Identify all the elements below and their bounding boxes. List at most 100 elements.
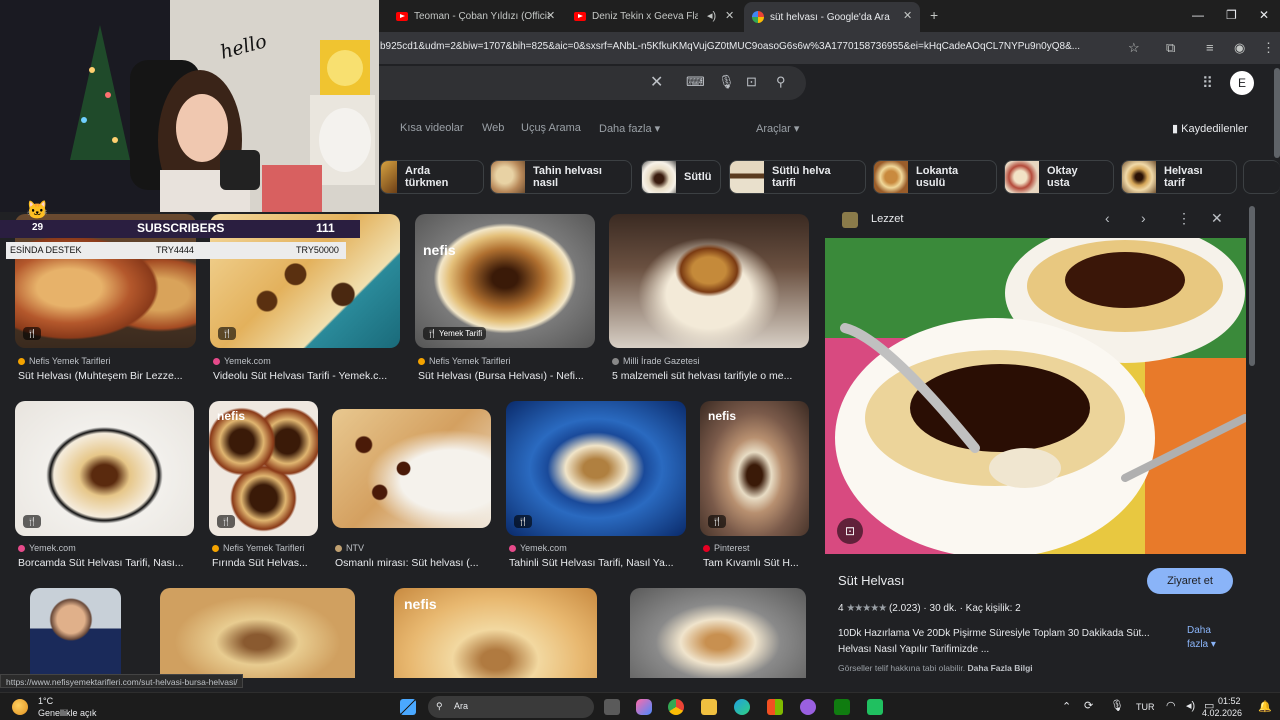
result-caption[interactable]: Süt Helvası (Bursa Helvası) - Nefi... [418, 370, 603, 382]
panel-title[interactable]: Süt Helvası [838, 573, 904, 588]
apps-grid-icon[interactable]: ⠿ [1202, 74, 1213, 92]
clock-date[interactable]: 4.02.2026 [1202, 708, 1242, 718]
wifi-icon[interactable]: ◠ [1166, 699, 1176, 712]
new-tab-icon[interactable]: + [930, 7, 938, 23]
windows-start-icon[interactable] [400, 699, 416, 715]
saved-link[interactable]: ▮ Kaydedilenler [1172, 122, 1248, 135]
chevron-up-icon[interactable]: ⌃ [1062, 700, 1071, 713]
extensions-icon[interactable]: ⧉ [1166, 40, 1175, 56]
close-icon[interactable]: ✕ [725, 9, 734, 22]
edge-icon[interactable] [734, 699, 750, 715]
result-image[interactable]: nefis 🍴 Yemek Tarifi [415, 214, 595, 348]
language-indicator[interactable]: TUR [1136, 702, 1155, 712]
result-image[interactable]: 🍴 [506, 401, 686, 536]
result-image[interactable] [332, 409, 491, 528]
chip-tahin-helvasi[interactable]: Tahin helvası nasıl [490, 160, 632, 194]
result-caption[interactable]: Borcamda Süt Helvası Tarifi, Nası... [18, 557, 194, 569]
chip-more[interactable] [1243, 160, 1280, 194]
clock-time[interactable]: 01:52 [1218, 696, 1241, 706]
bookmark-star-icon[interactable]: ☆ [1128, 40, 1140, 56]
nav-short-videos[interactable]: Kısa videolar [400, 122, 464, 134]
result-caption[interactable]: Fırında Süt Helvas... [212, 557, 320, 569]
lens-icon[interactable]: ⊡ [746, 74, 757, 90]
nav-more[interactable]: Daha fazla ▾ [599, 122, 660, 135]
result-image[interactable]: nefis 🍴 [700, 401, 809, 536]
next-icon[interactable]: › [1141, 210, 1146, 226]
learn-more-link[interactable]: Daha Fazla Bilgi [967, 663, 1032, 673]
visit-button[interactable]: Ziyaret et [1147, 568, 1233, 594]
result-image[interactable] [30, 588, 121, 678]
profile-icon[interactable]: ◉ [1234, 40, 1245, 56]
result-caption[interactable]: Videolu Süt Helvası Tarifi - Yemek.c... [213, 370, 403, 382]
result-caption[interactable]: 5 malzemeli süt helvası tarifiyle o me..… [612, 370, 807, 382]
mic-icon[interactable]: 🎙 [718, 74, 735, 90]
file-explorer-icon[interactable] [701, 699, 717, 715]
result-image[interactable] [630, 588, 806, 678]
app-icon[interactable] [800, 699, 816, 715]
store-icon[interactable] [767, 699, 783, 715]
result-caption[interactable]: Süt Helvası (Muhteşem Bir Lezze... [18, 370, 198, 382]
nav-flights[interactable]: Uçuş Arama [521, 122, 581, 134]
volume-icon[interactable]: ◂) [1186, 699, 1195, 712]
sync-icon[interactable]: ⟳ [1084, 699, 1093, 712]
result-caption[interactable]: Osmanlı mirası: Süt helvası (... [335, 557, 491, 569]
app-icon[interactable] [867, 699, 883, 715]
page-scrollbar[interactable] [1274, 68, 1280, 158]
tab-google-search[interactable]: süt helvası - Google'da Ara [744, 2, 920, 32]
recipe-badge: 🍴 Yemek Tarifi [423, 327, 487, 340]
close-icon[interactable]: ✕ [903, 9, 912, 22]
tab-teoman[interactable]: Teoman - Çoban Yıldızı (Official [388, 4, 558, 28]
notification-icon[interactable]: 🔔 [1258, 700, 1272, 713]
source-label: Nefis Yemek Tarifleri [429, 356, 511, 366]
chip-lokanta-usulu[interactable]: Lokanta usulü [873, 160, 997, 194]
source-favicon [213, 358, 220, 366]
chip-sutlu-helva-tarifi[interactable]: Sütlü helva tarifi [729, 160, 866, 194]
more-options-icon[interactable]: ⋮ [1177, 210, 1191, 227]
source-favicon [703, 545, 710, 553]
window-close-icon[interactable]: ✕ [1259, 8, 1269, 22]
chip-oktay-usta[interactable]: Oktay usta [1004, 160, 1114, 194]
search-icon[interactable]: ⚲ [776, 74, 786, 90]
copilot-icon[interactable] [636, 699, 652, 715]
xbox-icon[interactable] [834, 699, 850, 715]
chip-helvasi-tarif[interactable]: Helvası tarif [1121, 160, 1237, 194]
panel-scrollbar[interactable] [1249, 206, 1255, 366]
clear-icon[interactable]: ✕ [650, 72, 663, 92]
minimize-icon[interactable]: — [1192, 8, 1204, 22]
search-input[interactable]: ✕ ⌨ 🎙 ⊡ ⚲ [340, 66, 806, 100]
task-view-icon[interactable] [604, 699, 620, 715]
google-icon [752, 11, 764, 23]
lens-icon[interactable]: ⊡ [837, 518, 863, 544]
result-caption[interactable]: Tahinli Süt Helvası Tarifi, Nasıl Ya... [509, 557, 687, 569]
result-image[interactable] [160, 588, 355, 678]
maximize-icon[interactable]: ❐ [1226, 8, 1237, 22]
recipe-icon: 🍴 [217, 515, 235, 528]
result-image[interactable] [609, 214, 809, 348]
avatar[interactable]: E [1230, 71, 1254, 95]
chip-sutlu[interactable]: Sütlü [641, 160, 721, 194]
keyboard-icon[interactable]: ⌨ [686, 74, 705, 90]
result-caption[interactable]: Tam Kıvamlı Süt H... [703, 557, 809, 569]
mic-icon[interactable]: 🎙 [1110, 699, 1124, 712]
menu-icon[interactable]: ⋮ [1262, 40, 1275, 56]
tab-deniz-tekin[interactable]: Deniz Tekin x Geeva Flava - [566, 4, 706, 28]
taskbar-search[interactable]: ⚲ Ara [428, 696, 594, 718]
result-image[interactable]: 🍴 [15, 401, 194, 536]
media-icon[interactable]: ≡ [1206, 40, 1214, 55]
recipe-icon: 🍴 [23, 327, 41, 340]
nav-web[interactable]: Web [482, 122, 504, 134]
panel-source[interactable]: Lezzet [871, 213, 903, 225]
nav-tools[interactable]: Araçlar ▾ [756, 122, 799, 135]
more-link[interactable]: Daha fazla ▾ [1187, 624, 1233, 652]
url-field[interactable]: b925cd1&udm=2&biw=1707&bih=825&aic=0&sxs… [380, 41, 1120, 52]
chrome-icon[interactable] [668, 699, 684, 715]
prev-icon[interactable]: ‹ [1105, 210, 1110, 226]
close-icon[interactable]: ✕ [546, 9, 555, 22]
result-image[interactable]: nefis 🍴 [209, 401, 318, 536]
result-image[interactable]: nefis [394, 588, 597, 678]
close-icon[interactable]: ✕ [1211, 210, 1223, 227]
chip-arda-turkmen[interactable]: Arda türkmen [380, 160, 484, 194]
preview-image[interactable]: ⊡ [825, 238, 1246, 554]
speaker-icon[interactable]: ◂) [707, 9, 716, 22]
weather-icon[interactable] [12, 699, 28, 715]
